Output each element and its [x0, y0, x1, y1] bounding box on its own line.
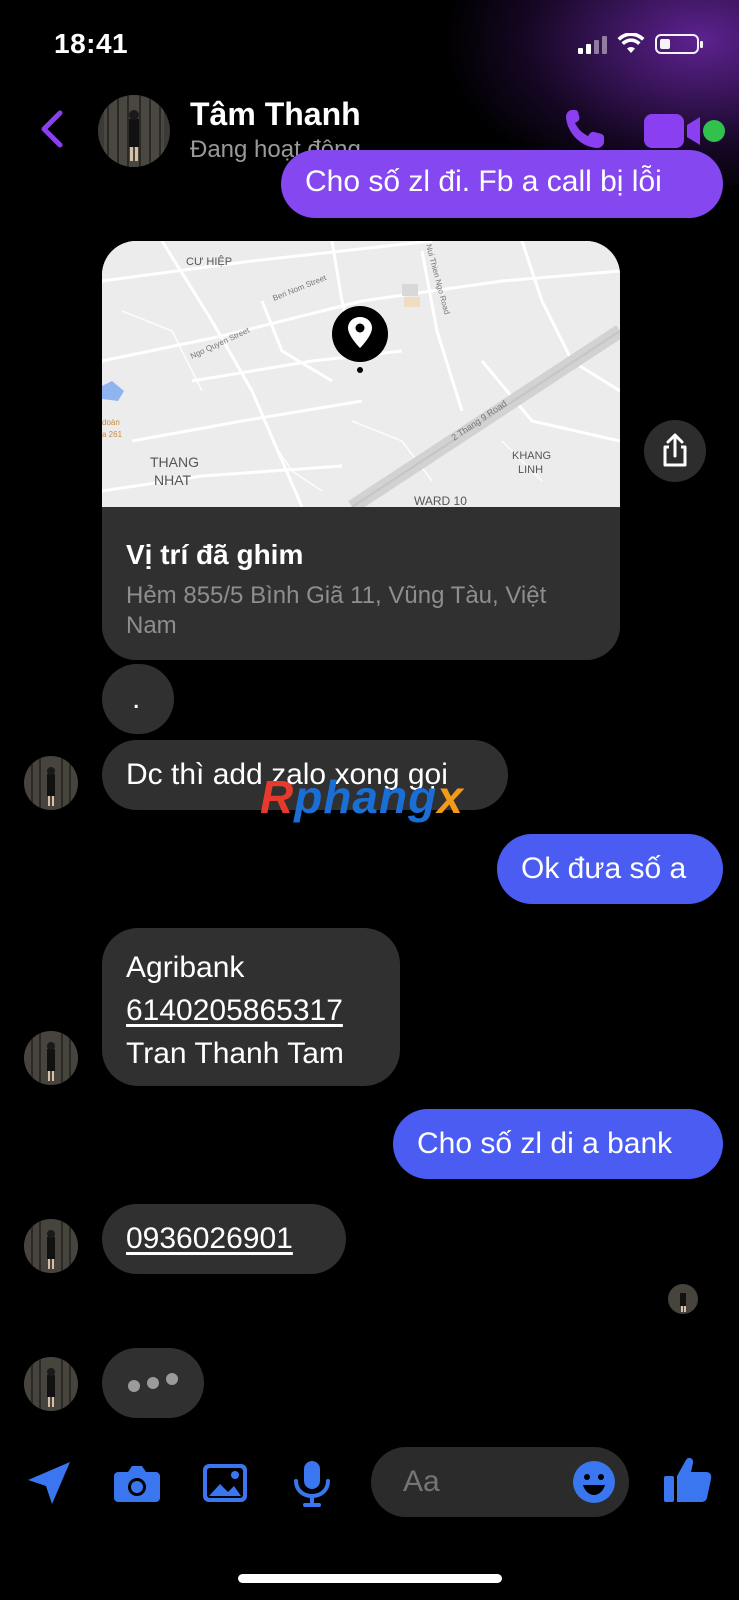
- share-icon: [663, 433, 687, 467]
- online-status-dot: [703, 120, 725, 142]
- map-label: CƯ HIỆP: [186, 255, 232, 268]
- message-input[interactable]: [401, 1464, 555, 1500]
- contact-name[interactable]: Tâm Thanh: [190, 96, 361, 133]
- contact-avatar[interactable]: [98, 95, 170, 167]
- message-text: Cho số zl đi. Fb a call bị lỗi: [305, 165, 662, 198]
- bank-name: Agribank: [126, 951, 245, 984]
- map-label: LINH: [518, 464, 543, 476]
- map-label: NHAT: [154, 472, 192, 488]
- map-label: a 261: [102, 430, 123, 439]
- battery-icon: [655, 34, 703, 54]
- outgoing-message[interactable]: Cho số zl di a bank: [393, 1109, 723, 1179]
- message-text: .: [132, 682, 141, 715]
- location-send-icon[interactable]: [22, 1456, 76, 1510]
- map-label: KHANG: [512, 450, 551, 462]
- contact-avatar-small[interactable]: [24, 756, 78, 810]
- gallery-icon[interactable]: [198, 1456, 252, 1510]
- map-label: WARD 10: [414, 494, 467, 507]
- watermark-logo: Rphangx: [260, 771, 464, 823]
- location-info: Vị trí đã ghim Hẻm 855/5 Bình Giã 11, Vũ…: [102, 507, 620, 660]
- outgoing-message[interactable]: Cho số zl đi. Fb a call bị lỗi: [281, 150, 723, 218]
- wifi-icon: [617, 33, 645, 53]
- camera-icon[interactable]: [110, 1456, 164, 1510]
- incoming-message[interactable]: 0936026901: [102, 1204, 346, 1274]
- thumbs-up-icon[interactable]: [660, 1452, 716, 1508]
- outgoing-message[interactable]: Ok đưa số a: [497, 834, 723, 904]
- video-call-icon[interactable]: [644, 112, 702, 150]
- map-label: THANG: [150, 454, 199, 470]
- incoming-message[interactable]: .: [102, 664, 174, 734]
- contact-avatar-small[interactable]: [24, 1219, 78, 1273]
- account-number-link[interactable]: 6140205865317: [126, 989, 376, 1032]
- back-button[interactable]: [34, 105, 70, 153]
- phone-number-link[interactable]: 0936026901: [126, 1222, 293, 1255]
- read-receipt-avatar: [668, 1284, 698, 1314]
- map-preview[interactable]: CƯ HIỆP Beri Nom Street Ngo Quyen Street…: [102, 241, 620, 507]
- typing-indicator: [102, 1348, 204, 1418]
- contact-avatar-small[interactable]: [24, 1357, 78, 1411]
- emoji-icon[interactable]: [571, 1459, 617, 1505]
- microphone-icon[interactable]: [285, 1456, 339, 1510]
- phone-call-icon[interactable]: [562, 106, 608, 152]
- contact-avatar-small[interactable]: [24, 1031, 78, 1085]
- location-address: Hẻm 855/5 Bình Giã 11, Vũng Tàu, Việt Na…: [126, 582, 547, 639]
- status-time: 18:41: [54, 28, 129, 59]
- message-text: Cho số zl di a bank: [417, 1127, 673, 1160]
- message-text: Ok đưa số a: [521, 852, 687, 885]
- share-button[interactable]: [644, 420, 706, 482]
- message-composer[interactable]: [371, 1447, 629, 1517]
- status-icons: [578, 32, 703, 56]
- location-title: Vị trí đã ghim: [126, 539, 304, 570]
- pinned-location-card[interactable]: CƯ HIỆP Beri Nom Street Ngo Quyen Street…: [102, 241, 620, 660]
- home-indicator: [238, 1574, 502, 1583]
- map-label: doàn: [102, 418, 120, 427]
- incoming-message-bank-info[interactable]: Agribank 6140205865317 Tran Thanh Tam: [102, 928, 400, 1086]
- cellular-signal-icon: [578, 34, 607, 54]
- account-holder-name: Tran Thanh Tam: [126, 1037, 344, 1070]
